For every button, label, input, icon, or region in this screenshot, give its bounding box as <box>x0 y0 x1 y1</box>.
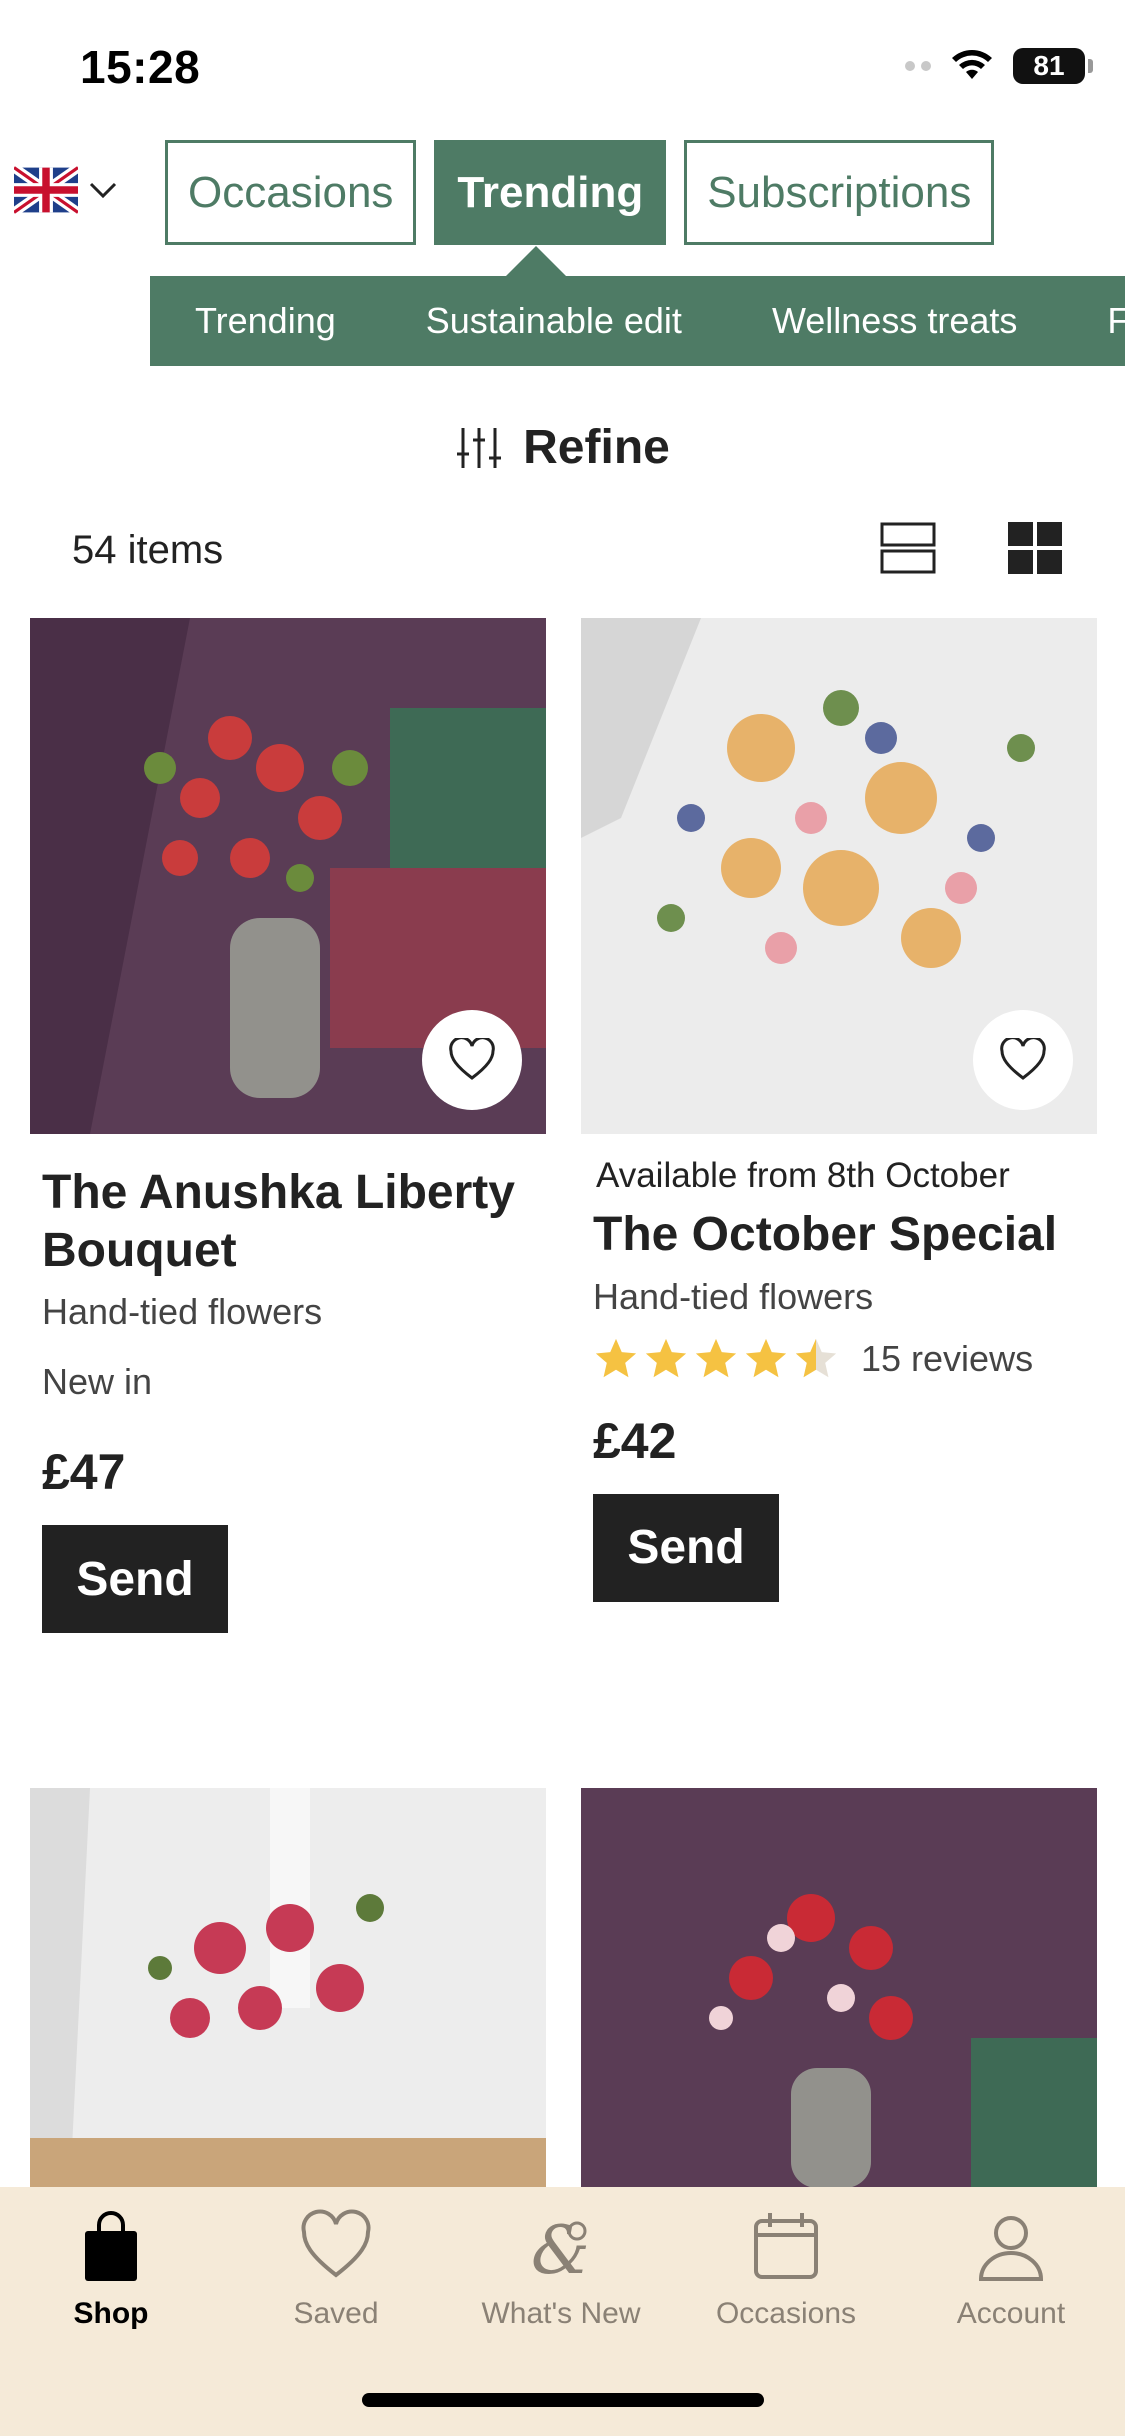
tab-label: What's New <box>481 2297 641 2330</box>
bouquet-photo <box>581 1788 1097 2188</box>
review-count[interactable]: 15 reviews <box>861 1338 1033 1380</box>
product-badge: New in <box>42 1361 153 1403</box>
star-half-icon <box>795 1338 837 1377</box>
heart-icon <box>1000 1038 1046 1080</box>
tab-label: Occasions <box>715 2297 857 2330</box>
chevron-down-icon <box>89 182 117 199</box>
product-image[interactable] <box>30 1788 546 2188</box>
product-image[interactable] <box>30 618 546 1134</box>
tab-shop[interactable]: Shop <box>21 2209 201 2331</box>
sub-nav: Trending Sustainable edit Wellness treat… <box>150 276 1125 366</box>
calendar-icon <box>754 2213 818 2279</box>
product-card[interactable] <box>581 1788 1097 2188</box>
status-icons: 81 <box>905 48 1093 84</box>
cellular-signal-icon <box>905 61 931 71</box>
tab-occasions[interactable]: Occasions <box>696 2209 876 2331</box>
ampersand-floral-icon: & <box>531 2212 590 2285</box>
grid-view-icon[interactable] <box>1008 522 1062 574</box>
product-subtitle: Hand-tied flowers <box>42 1291 323 1333</box>
heart-icon <box>449 1038 495 1080</box>
star-icon <box>745 1338 787 1377</box>
product-title[interactable]: The October Special <box>593 1206 1085 1264</box>
star-icon <box>695 1338 737 1377</box>
star-rating[interactable]: 15 reviews <box>593 1336 1085 1382</box>
wifi-icon <box>952 50 992 79</box>
tab-label: Account <box>956 2297 1066 2330</box>
availability-note: Available from 8th October <box>596 1156 1010 1195</box>
product-card[interactable]: Available from 8th October The October S… <box>581 618 1097 1602</box>
subnav-item-more[interactable]: F <box>1062 300 1125 342</box>
battery-icon: 81 <box>1013 48 1093 84</box>
subnav-item-sustainable-edit[interactable]: Sustainable edit <box>381 300 727 342</box>
bouquet-photo <box>30 1788 546 2188</box>
product-image[interactable] <box>581 1788 1097 2188</box>
tab-subscriptions[interactable]: Subscriptions <box>684 140 995 245</box>
tab-whats-new[interactable]: & What's New <box>471 2209 651 2331</box>
save-favourite-button[interactable] <box>973 1010 1073 1110</box>
product-subtitle: Hand-tied flowers <box>593 1275 874 1317</box>
refine-button[interactable]: Refine <box>0 420 1125 475</box>
save-favourite-button[interactable] <box>422 1010 522 1110</box>
heart-icon <box>301 2209 371 2278</box>
product-card[interactable]: The Anushka Liberty Bouquet Hand-tied fl… <box>30 618 546 1634</box>
star-icon <box>645 1338 687 1377</box>
tab-label: Shop <box>73 2297 149 2330</box>
country-selector[interactable] <box>14 165 118 215</box>
filter-sliders-icon <box>457 427 502 468</box>
home-indicator <box>362 2393 764 2407</box>
person-icon <box>978 2216 1044 2281</box>
subnav-item-trending[interactable]: Trending <box>150 300 381 342</box>
tab-occasions[interactable]: Occasions <box>165 140 417 245</box>
product-price: £47 <box>42 1444 126 1501</box>
send-button[interactable]: Send <box>593 1493 779 1602</box>
send-button[interactable]: Send <box>42 1525 228 1634</box>
refine-label: Refine <box>523 421 670 474</box>
items-count: 54 items <box>72 528 224 572</box>
product-price: £42 <box>593 1412 677 1469</box>
active-tab-pointer <box>506 246 566 276</box>
subnav-item-wellness-treats[interactable]: Wellness treats <box>727 300 1062 342</box>
uk-flag-icon <box>14 165 78 215</box>
status-bar: 15:28 81 <box>0 0 1125 130</box>
shopping-bag-icon <box>85 2211 137 2281</box>
status-time: 15:28 <box>80 41 201 93</box>
product-title[interactable]: The Anushka Liberty Bouquet <box>42 1164 534 1279</box>
main-tabs: Occasions Trending Subscriptions <box>165 140 995 245</box>
product-image[interactable] <box>581 618 1097 1134</box>
star-icon <box>595 1338 637 1377</box>
tab-label: Saved <box>293 2297 379 2330</box>
tab-trending[interactable]: Trending <box>434 140 667 245</box>
tab-account[interactable]: Account <box>921 2209 1101 2331</box>
product-card[interactable] <box>30 1788 546 2188</box>
list-view-icon[interactable] <box>880 522 936 574</box>
tab-saved[interactable]: Saved <box>246 2209 426 2331</box>
